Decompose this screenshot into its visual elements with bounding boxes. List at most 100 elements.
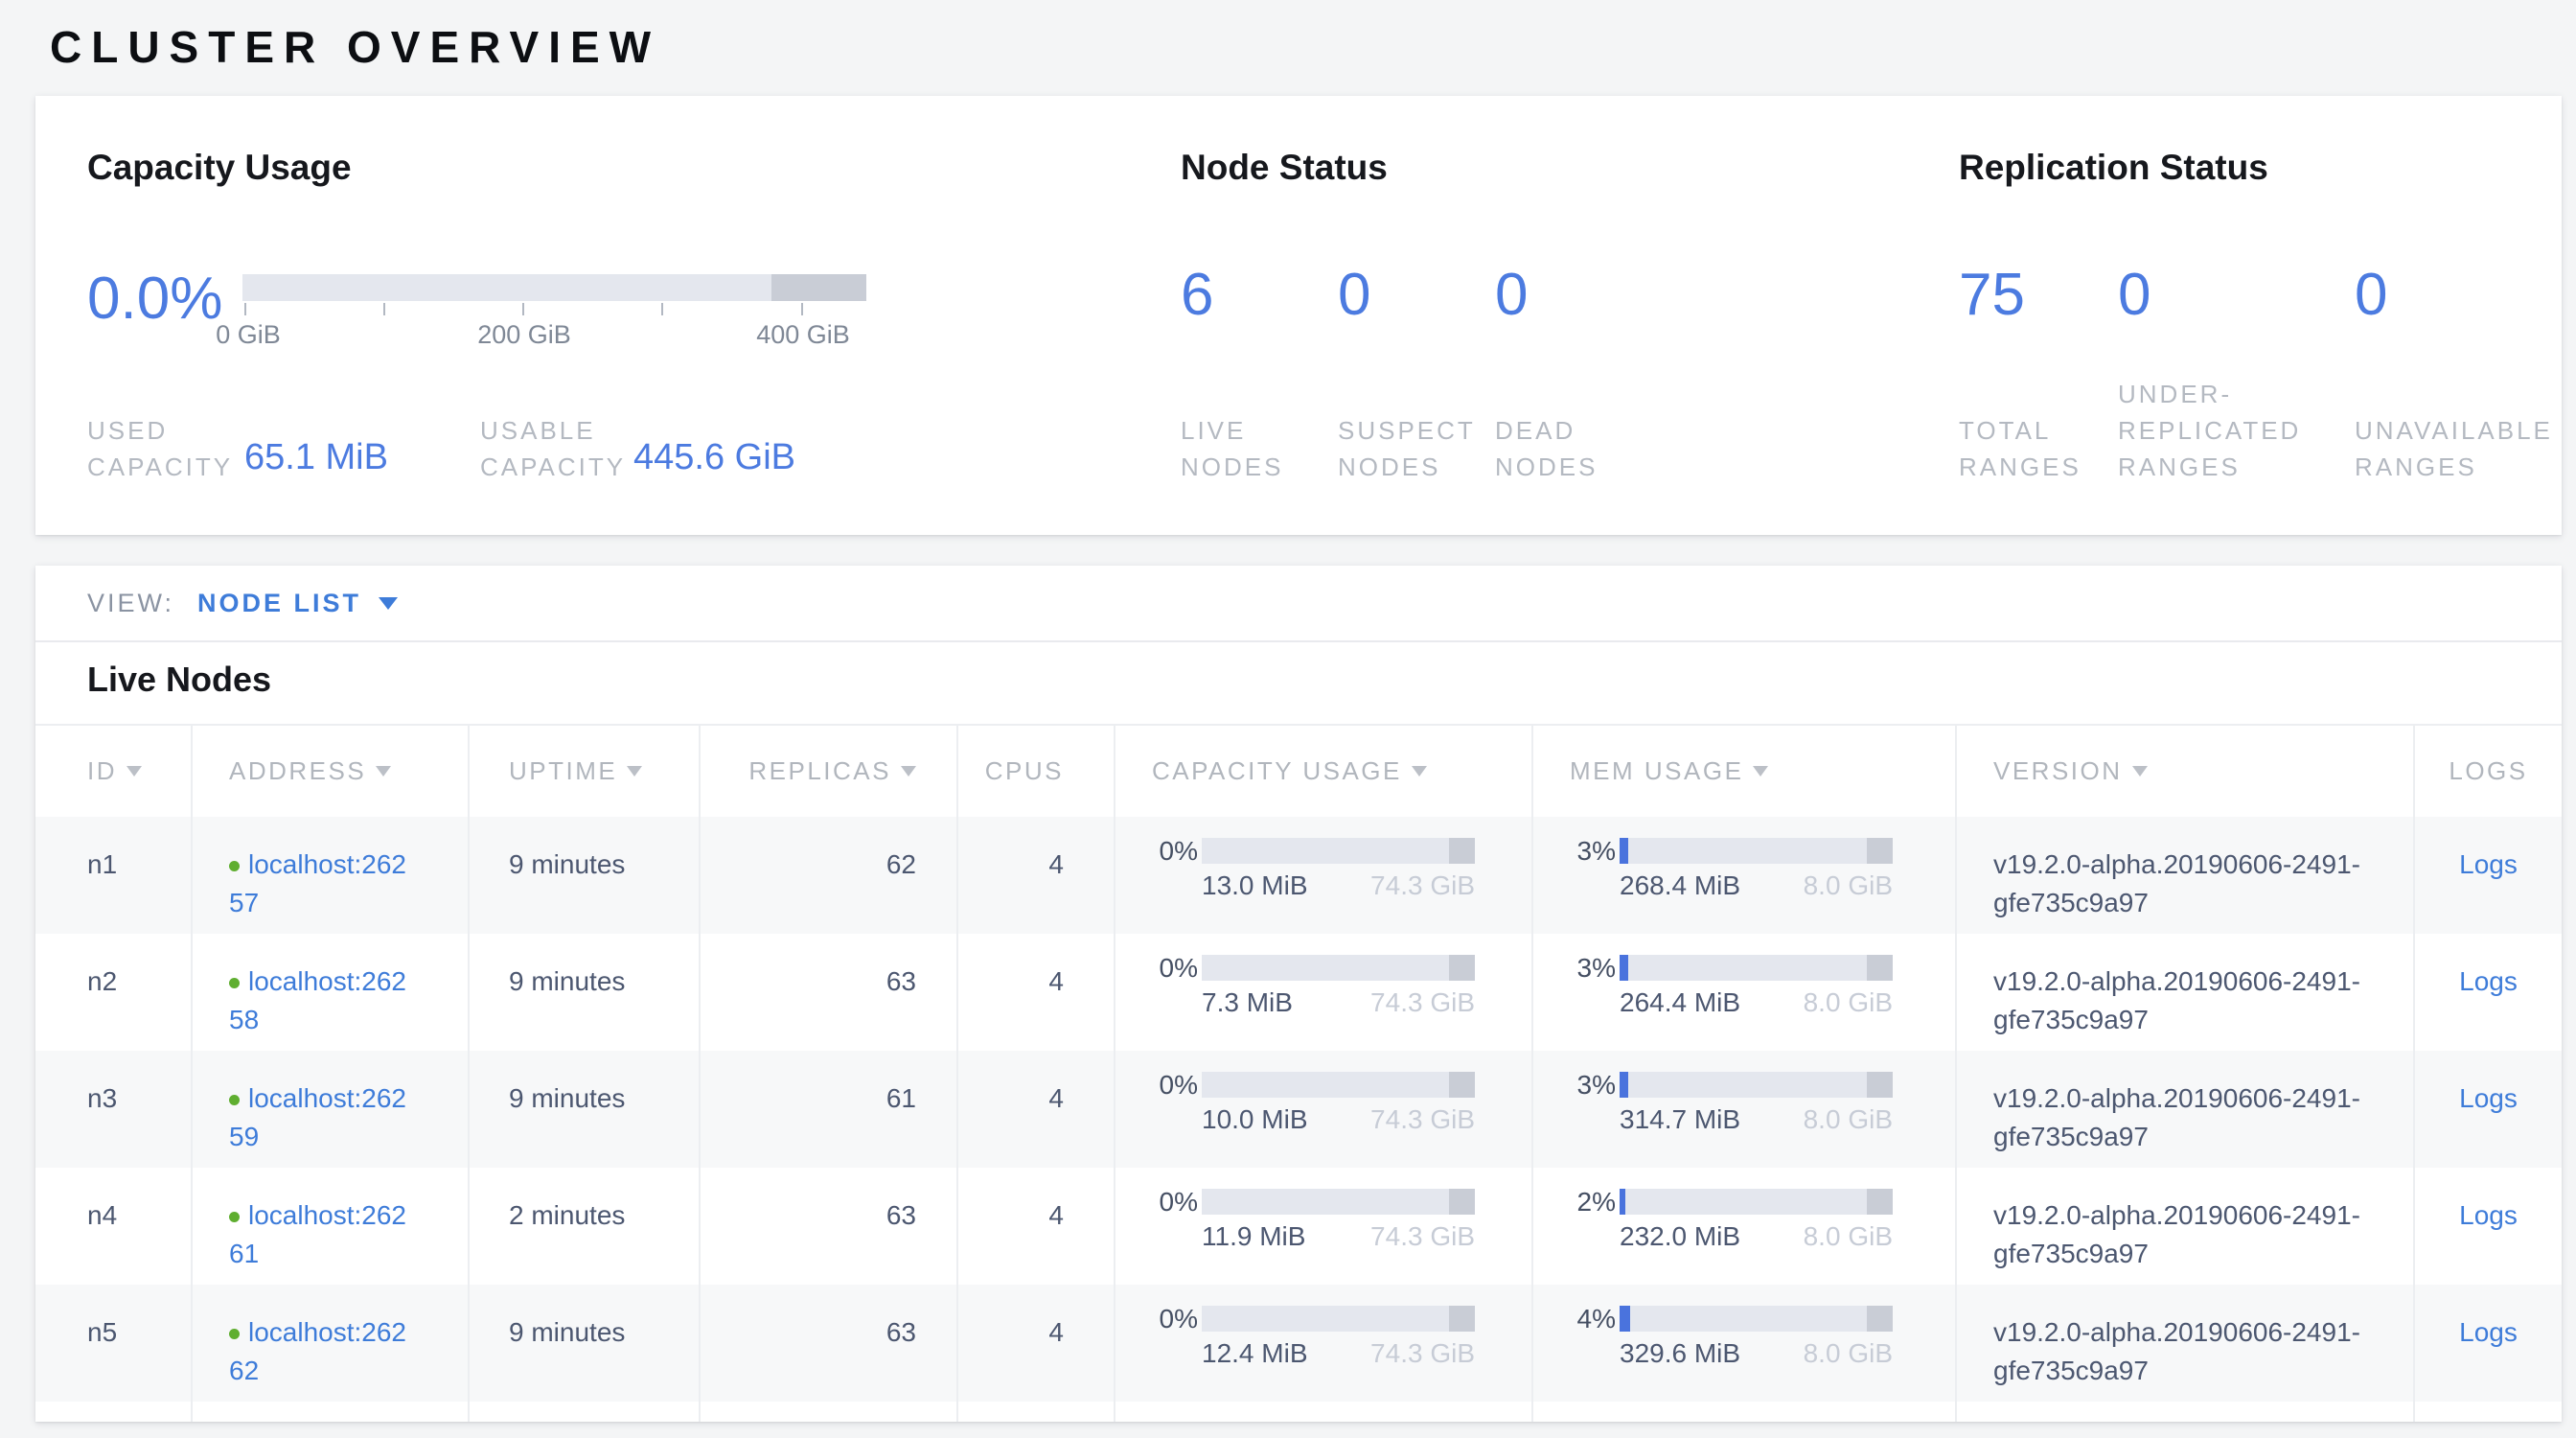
cluster-summary-card: Capacity Usage 0.0% 0 GiB 200 GiB 400 Gi… [35, 96, 2562, 535]
view-bar: VIEW: NODE LIST [35, 566, 2562, 642]
column-header-id[interactable]: ID [35, 726, 193, 817]
node-mem-usage-cell: 3% 268.4 MiB8.0 GiB [1533, 817, 1957, 934]
node-live-dot-icon [229, 1212, 240, 1222]
column-header-uptime[interactable]: UPTIME [470, 726, 701, 817]
mem-bar [1620, 838, 1893, 864]
capacity-gauge-axis-labels: 0 GiB 200 GiB 400 GiB [242, 320, 866, 351]
node-version-cell: v19.2.0-alpha.20190606-2491-gfe735c9a97 [1957, 817, 2415, 934]
sort-desc-icon [901, 766, 916, 777]
node-logs-cell: Logs [2415, 1051, 2562, 1168]
node-cpus-cell: 4 [958, 934, 1116, 1051]
view-label: VIEW: [87, 589, 174, 618]
node-mem-usage-cell: 2% 232.0 MiB 8.0 GiB [1533, 1168, 1957, 1285]
mem-percent: 2% [1570, 1189, 1616, 1215]
capacity-bar [1202, 1306, 1475, 1332]
table-row: n2 localhost:26258 9 minutes 63 4 0% 7.3… [35, 934, 2562, 1051]
node-cpus-cell: 4 [958, 1168, 1116, 1285]
mem-total-value: 8.0 GiB [1804, 1221, 1893, 1252]
capacity-percent: 0% [1152, 838, 1198, 864]
logs-link[interactable]: Logs [2459, 849, 2518, 879]
table-row: n4 localhost:26261 2 minutes 63 4 0% 11.… [35, 1168, 2562, 1285]
axis-tick-label: 200 GiB [477, 320, 571, 350]
node-address-link[interactable]: localhost:26261 [229, 1200, 447, 1273]
node-logs-cell: Logs [2415, 817, 2562, 934]
capacity-gauge: 0 GiB 200 GiB 400 GiB [242, 274, 866, 351]
node-logs-cell: Logs [2415, 1285, 2562, 1402]
axis-tick-label: 0 GiB [216, 320, 281, 350]
capacity-percent: 0% [1152, 1306, 1198, 1332]
capacity-gauge-ticks [242, 301, 866, 316]
capacity-total-value: 74.3 GiB [1370, 987, 1475, 1018]
node-capacity-usage-cell: 0% 11.9 MiB74.3 GiB [1116, 1168, 1533, 1285]
table-header-row: ID ADDRESS UPTIME REPLICAS CPUS CAPACITY… [35, 724, 2562, 817]
column-header-version[interactable]: VERSION [1957, 726, 2415, 817]
logs-link[interactable]: Logs [2459, 966, 2518, 996]
node-replicas-cell: 63 [701, 1168, 958, 1285]
capacity-percent: 0% [1152, 1072, 1198, 1098]
column-header-address[interactable]: ADDRESS [193, 726, 470, 817]
table-body: n1 localhost:26257 9 minutes 62 4 0% 13.… [35, 817, 2562, 1422]
node-cpus-cell: 4 [958, 1051, 1116, 1168]
table-row: n5 localhost:26262 9 minutes 63 4 0% 12.… [35, 1285, 2562, 1402]
capacity-used-value: 11.9 MiB [1202, 1221, 1305, 1252]
unavailable-ranges-label: UNAVAILABLE RANGES [2355, 412, 2553, 485]
logs-link[interactable]: Logs [2459, 1317, 2518, 1347]
node-uptime-cell: 9 minutes [470, 1051, 701, 1168]
live-nodes-label: LIVE NODES [1181, 412, 1283, 485]
under-replicated-ranges-label: UNDER- REPLICATED RANGES [2118, 376, 2301, 485]
logs-link[interactable]: Logs [2459, 1083, 2518, 1113]
capacity-gauge-reserved-segment [771, 274, 866, 301]
table-row: n1 localhost:26257 9 minutes 62 4 0% 13.… [35, 817, 2562, 934]
node-version-cell: v19.2.0-alpha.20190606-2491-gfe735c9a97 [1957, 1051, 2415, 1168]
mem-total-value: 8.0 GiB [1804, 1338, 1893, 1369]
used-capacity-value: 65.1 MiB [244, 437, 388, 478]
mem-percent: 3% [1570, 1072, 1616, 1098]
capacity-bar [1202, 1072, 1475, 1098]
total-ranges-label: TOTAL RANGES [1959, 412, 2082, 485]
mem-bar [1620, 955, 1893, 981]
node-status-title: Node Status [1181, 148, 1388, 188]
node-address-link[interactable]: localhost:26257 [229, 849, 447, 922]
node-logs-cell: Logs [2415, 1168, 2562, 1285]
mem-used-value: 232.0 MiB [1620, 1221, 1740, 1252]
under-replicated-ranges-count: 0 [2118, 261, 2150, 329]
node-id-cell: n1 [35, 817, 193, 934]
capacity-total-value: 74.3 GiB [1370, 1338, 1475, 1369]
table-row: n3 localhost:26259 9 minutes 61 4 0% 10.… [35, 1051, 2562, 1168]
column-header-capacity-usage[interactable]: CAPACITY USAGE [1116, 726, 1533, 817]
node-address-cell: localhost:26258 [193, 934, 470, 1051]
node-address-cell: localhost:26262 [193, 1285, 470, 1402]
node-capacity-usage-cell: 0% 13.0 MiB74.3 GiB [1116, 817, 1533, 934]
node-live-dot-icon [229, 978, 240, 988]
total-ranges-count: 75 [1959, 261, 2025, 329]
node-mem-usage-cell: 4% 329.6 MiB8.0 GiB [1533, 1285, 1957, 1402]
capacity-gauge-bar [242, 274, 866, 301]
live-nodes-count: 6 [1181, 261, 1213, 329]
node-live-dot-icon [229, 1095, 240, 1105]
column-header-mem-usage[interactable]: MEM USAGE [1533, 726, 1957, 817]
capacity-total-value: 74.3 GiB [1370, 1221, 1475, 1252]
replication-status-title: Replication Status [1959, 148, 2268, 188]
column-header-replicas[interactable]: REPLICAS [701, 726, 958, 817]
node-address-link[interactable]: localhost:26258 [229, 966, 447, 1039]
page-title: CLUSTER OVERVIEW [50, 21, 660, 73]
node-replicas-cell: 63 [701, 1285, 958, 1402]
view-selector[interactable]: NODE LIST [197, 589, 361, 618]
node-address-link[interactable]: localhost:26262 [229, 1317, 447, 1390]
node-replicas-cell: 63 [701, 934, 958, 1051]
logs-link[interactable]: Logs [2459, 1200, 2518, 1230]
mem-used-value: 329.6 MiB [1620, 1338, 1740, 1369]
sort-desc-icon [2132, 766, 2148, 777]
sort-desc-icon [627, 766, 642, 777]
capacity-total-value: 74.3 GiB [1370, 870, 1475, 901]
mem-total-value: 8.0 GiB [1804, 1104, 1893, 1135]
node-address-link[interactable]: localhost:26259 [229, 1083, 447, 1156]
table-row-partial [35, 1402, 2562, 1422]
column-header-cpus[interactable]: CPUS [958, 726, 1116, 817]
capacity-usage-title: Capacity Usage [87, 148, 352, 188]
node-id-cell: n5 [35, 1285, 193, 1402]
node-capacity-usage-cell: 0% 12.4 MiB74.3 GiB [1116, 1285, 1533, 1402]
mem-percent: 3% [1570, 838, 1616, 864]
chevron-down-icon[interactable] [379, 597, 398, 610]
node-cpus-cell: 4 [958, 1285, 1116, 1402]
